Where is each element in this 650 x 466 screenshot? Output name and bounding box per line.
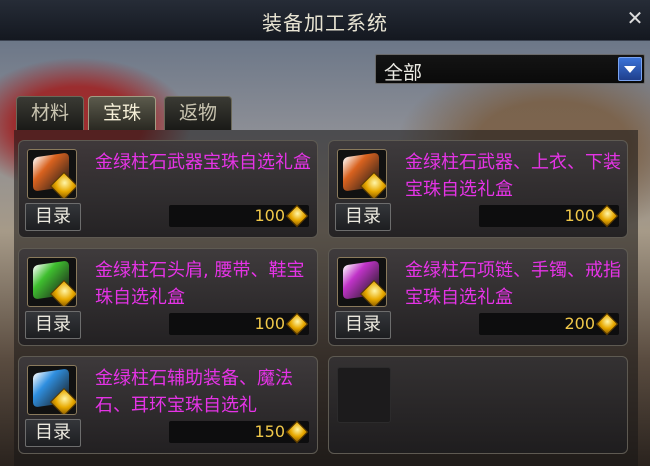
item-name: 金绿柱石辅助装备、魔法石、耳环宝珠自选礼 (95, 368, 293, 416)
catalog-button[interactable]: 目录 (335, 311, 391, 339)
price-value: 150 (254, 422, 285, 441)
tab-orbs[interactable]: 宝珠 (88, 96, 156, 130)
gem-box-icon[interactable] (27, 257, 77, 307)
item-card[interactable]: 目录 金绿柱石武器、上衣、下装宝珠自选礼盒 100 (328, 140, 628, 238)
category-filter-select[interactable]: 全部 (375, 54, 645, 84)
item-list-panel: 目录 金绿柱石武器宝珠自选礼盒 100 目录 金绿柱石武器、上衣、下装宝珠自选礼… (14, 130, 638, 466)
catalog-button[interactable]: 目录 (25, 203, 81, 231)
window-titlebar[interactable]: 装备加工系统 ✕ (0, 0, 650, 41)
price-box: 200 (479, 312, 619, 336)
currency-icon (285, 204, 309, 228)
currency-icon (595, 312, 619, 336)
price-box: 100 (169, 312, 309, 336)
price-value: 100 (254, 314, 285, 333)
gem-box-icon[interactable] (27, 149, 77, 199)
catalog-button[interactable]: 目录 (25, 419, 81, 447)
item-name: 金绿柱石头肩, 腰带、鞋宝珠自选礼盒 (95, 260, 305, 308)
item-name: 金绿柱石项链、手镯、戒指宝珠自选礼盒 (405, 260, 621, 308)
item-name: 金绿柱石武器、上衣、下装宝珠自选礼盒 (405, 152, 621, 200)
price-value: 100 (564, 206, 595, 225)
gem-box-icon[interactable] (337, 149, 387, 199)
empty-item-card (328, 356, 628, 454)
currency-icon (285, 420, 309, 444)
currency-icon (595, 204, 619, 228)
dropdown-arrow-icon[interactable] (618, 57, 642, 81)
window-title: 装备加工系统 (262, 11, 388, 35)
price-box: 150 (169, 420, 309, 444)
price-value: 100 (254, 206, 285, 225)
item-card[interactable]: 目录 金绿柱石武器宝珠自选礼盒 100 (18, 140, 318, 238)
gem-box-icon[interactable] (337, 257, 387, 307)
close-icon[interactable]: ✕ (624, 6, 646, 30)
tab-returns[interactable]: 返物 (164, 96, 232, 130)
item-card[interactable]: 目录 金绿柱石项链、手镯、戒指宝珠自选礼盒 200 (328, 248, 628, 346)
item-card[interactable]: 目录 金绿柱石头肩, 腰带、鞋宝珠自选礼盒 100 (18, 248, 318, 346)
price-box: 100 (169, 204, 309, 228)
empty-item-slot (337, 367, 391, 423)
catalog-button[interactable]: 目录 (25, 311, 81, 339)
price-box: 100 (479, 204, 619, 228)
catalog-button[interactable]: 目录 (335, 203, 391, 231)
category-filter-value: 全部 (384, 62, 423, 84)
tab-materials[interactable]: 材料 (16, 96, 84, 130)
item-card[interactable]: 目录 金绿柱石辅助装备、魔法石、耳环宝珠自选礼 150 (18, 356, 318, 454)
gem-box-icon[interactable] (27, 365, 77, 415)
price-value: 200 (564, 314, 595, 333)
item-name: 金绿柱石武器宝珠自选礼盒 (95, 152, 311, 173)
currency-icon (285, 312, 309, 336)
